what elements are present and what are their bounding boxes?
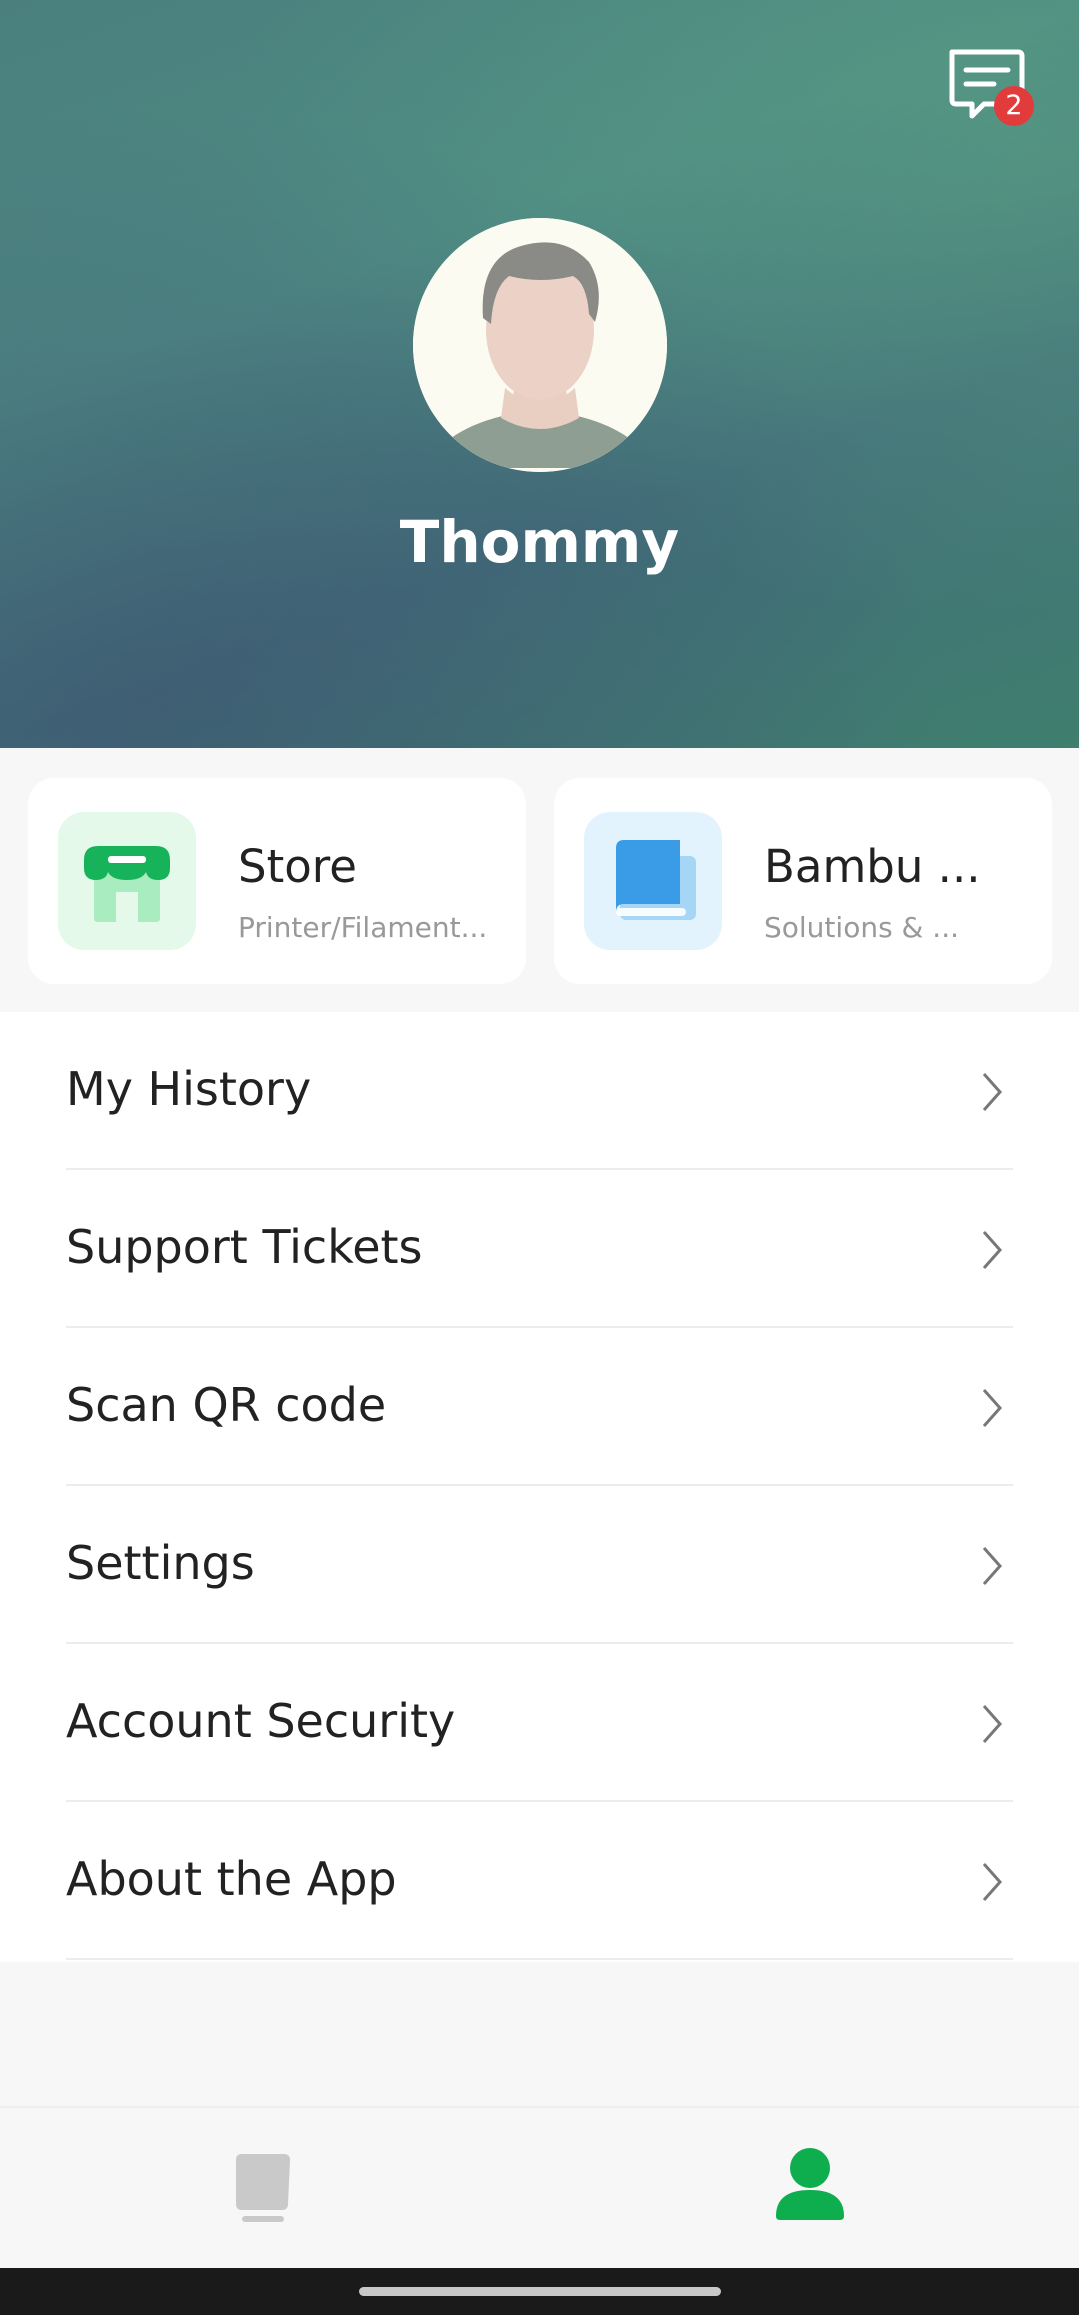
store-card-title: Store (238, 840, 357, 893)
chevron-right-icon (982, 1863, 1003, 1901)
store-icon-tile (58, 812, 196, 950)
avatar[interactable] (413, 218, 667, 472)
menu-item-scan-qr-code[interactable]: Scan QR code (0, 1328, 1079, 1486)
book-icon-tile (584, 812, 722, 950)
store-icon (84, 846, 170, 922)
menu-item-label: Scan QR code (66, 1378, 387, 1432)
store-card-subtitle: Printer/Filament... (238, 911, 488, 944)
home-gesture-handle[interactable] (359, 2287, 721, 2296)
bottom-tab-bar (0, 2106, 1079, 2270)
menu-item-support-tickets[interactable]: Support Tickets (0, 1170, 1079, 1328)
chevron-right-icon (982, 1073, 1003, 1111)
default-avatar-icon (413, 218, 667, 472)
chevron-right-icon (982, 1547, 1003, 1585)
chevron-right-icon (982, 1705, 1003, 1743)
divider (66, 1958, 1013, 1960)
bambu-card-title: Bambu ... (764, 840, 981, 893)
menu-item-settings[interactable]: Settings (0, 1486, 1079, 1644)
book-icon (616, 840, 696, 920)
chevron-right-icon (982, 1231, 1003, 1269)
printer-device-icon (236, 2154, 290, 2222)
menu-item-label: Support Tickets (66, 1220, 423, 1274)
store-card[interactable]: Store Printer/Filament... (28, 778, 526, 984)
settings-menu: My History Support Tickets Scan QR code … (0, 1012, 1079, 1962)
menu-item-about-the-app[interactable]: About the App (0, 1802, 1079, 1960)
bambu-card[interactable]: Bambu ... Solutions & ... (554, 778, 1052, 984)
menu-item-label: Settings (66, 1536, 255, 1590)
menu-item-my-history[interactable]: My History (0, 1012, 1079, 1170)
person-icon (776, 2148, 844, 2220)
menu-item-account-security[interactable]: Account Security (0, 1644, 1079, 1802)
quick-cards: Store Printer/Filament... Bambu ... Solu… (0, 748, 1079, 1012)
profile-header: 2 Thommy (0, 0, 1079, 748)
tab-me[interactable] (772, 2144, 848, 2224)
chevron-right-icon (982, 1389, 1003, 1427)
username: Thommy (399, 508, 680, 576)
menu-item-label: About the App (66, 1852, 397, 1906)
system-navigation-bar (0, 2268, 1079, 2315)
menu-item-label: My History (66, 1062, 312, 1116)
tab-devices[interactable] (222, 2148, 302, 2228)
bambu-card-subtitle: Solutions & ... (764, 911, 959, 944)
message-count-badge: 2 (994, 86, 1034, 126)
menu-item-label: Account Security (66, 1694, 456, 1748)
